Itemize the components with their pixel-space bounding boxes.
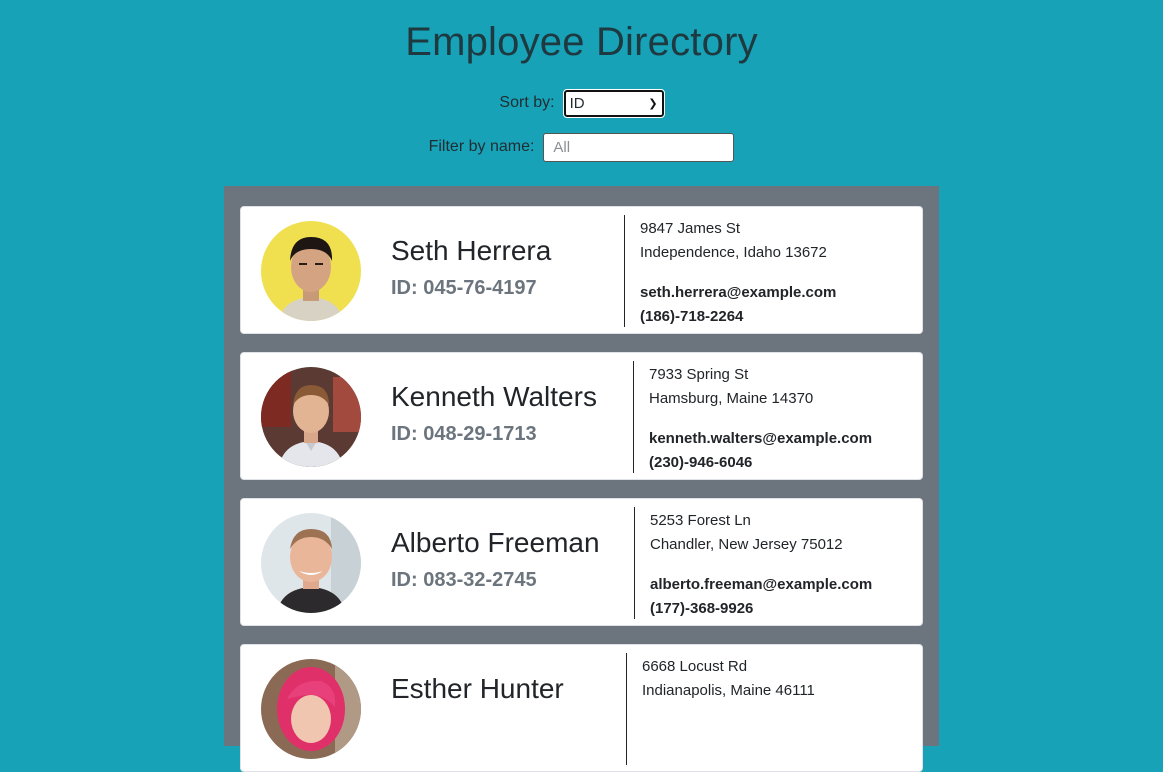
card-divider [626, 653, 627, 765]
employee-name: Alberto Freeman [391, 527, 600, 558]
filter-name-input[interactable]: All [543, 132, 735, 162]
employee-id: ID: 045-76-4197 [391, 277, 537, 299]
employee-email: kenneth.walters@example.com [649, 430, 873, 447]
employee-card: Seth Herrera ID: 045-76-4197 9847 James … [240, 206, 923, 334]
chevron-down-icon: ❯ [648, 97, 658, 110]
employee-contact: 7933 Spring St Hamsburg, Maine 14370 ken… [649, 363, 872, 475]
sort-select[interactable]: ID ❯ [562, 88, 665, 118]
employee-street: 6668 Locust Rd [642, 658, 748, 675]
avatar [261, 221, 361, 321]
card-divider [634, 507, 635, 619]
employee-contact: 6668 Locust Rd Indianapolis, Maine 46111 [642, 655, 815, 719]
employee-id: ID: 083-32-2745 [391, 569, 537, 591]
employee-street: 7933 Spring St [649, 366, 749, 383]
sort-control: Sort by: ID ❯ [0, 88, 1163, 118]
employee-phone: (177)-368-9926 [650, 600, 754, 617]
employee-city: Chandler, New Jersey 75012 [650, 536, 843, 553]
avatar [261, 659, 361, 759]
employee-street: 5253 Forest Ln [650, 512, 751, 529]
card-divider [624, 215, 625, 327]
employee-name: Kenneth Walters [391, 381, 597, 412]
avatar [261, 367, 361, 467]
sort-selected-value: ID [569, 94, 585, 112]
employee-email: seth.herrera@example.com [640, 284, 837, 301]
employee-city: Hamsburg, Maine 14370 [649, 390, 814, 407]
filter-control: Filter by name: All [0, 132, 1163, 162]
avatar [261, 513, 361, 613]
employee-card: Kenneth Walters ID: 048-29-1713 7933 Spr… [240, 352, 923, 480]
employee-card: Esther Hunter 6668 Locust Rd Indianapoli… [240, 644, 923, 772]
employee-city: Indianapolis, Maine 46111 [642, 682, 815, 699]
employee-city: Independence, Idaho 13672 [640, 244, 827, 261]
employee-name: Seth Herrera [391, 235, 552, 266]
employee-id: ID: 048-29-1713 [391, 423, 537, 445]
employee-phone: (186)-718-2264 [640, 308, 744, 325]
filter-label: Filter by name: [428, 138, 535, 155]
employee-contact: 9847 James St Independence, Idaho 13672 … [640, 217, 836, 329]
employee-contact: 5253 Forest Ln Chandler, New Jersey 7501… [650, 509, 872, 621]
sort-label: Sort by: [499, 94, 555, 111]
employee-street: 9847 James St [640, 220, 741, 237]
card-divider [633, 361, 634, 473]
employee-phone: (230)-946-6046 [649, 454, 753, 471]
employee-card: Alberto Freeman ID: 083-32-2745 5253 For… [240, 498, 923, 626]
employee-email: alberto.freeman@example.com [650, 576, 873, 593]
page-title: Employee Directory [405, 20, 758, 64]
employee-name: Esther Hunter [391, 673, 564, 704]
employee-list: Seth Herrera ID: 045-76-4197 9847 James … [224, 186, 939, 772]
